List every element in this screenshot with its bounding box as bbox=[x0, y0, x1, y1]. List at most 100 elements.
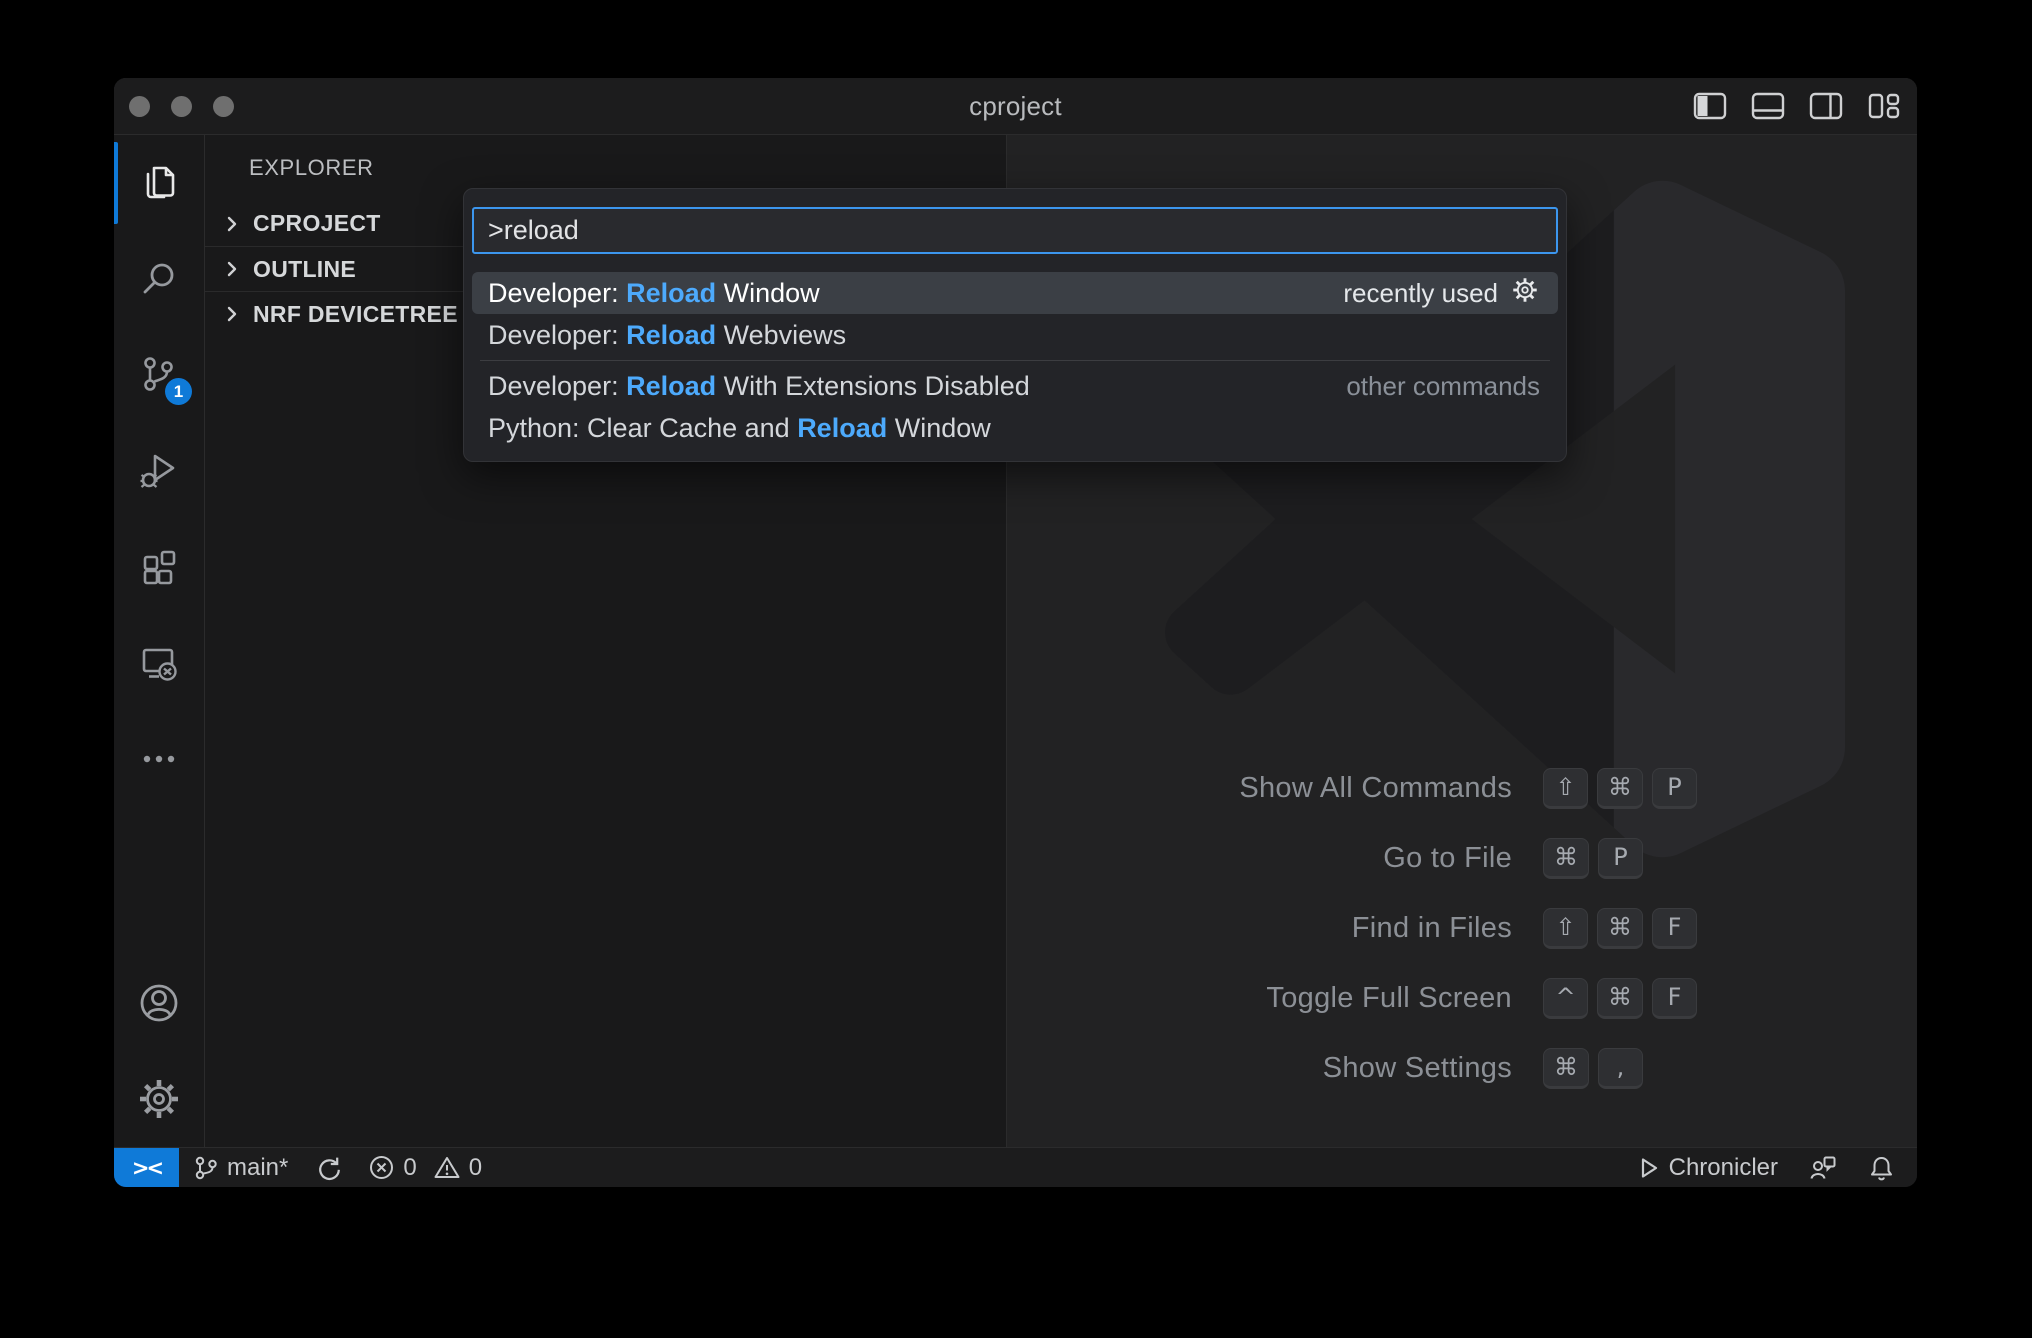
command-text: Developer: Reload Window bbox=[488, 278, 820, 309]
activity-item-remote-explorer[interactable] bbox=[114, 615, 204, 711]
letter-keycap: P bbox=[1652, 768, 1697, 809]
shortcut-go-to-file: Go to File ⌘ P bbox=[1161, 823, 1763, 893]
status-bar-right: Chronicler bbox=[1637, 1148, 1917, 1187]
activity-item-more-views[interactable] bbox=[114, 711, 204, 807]
shortcut-show-all-commands: Show All Commands ⇧ ⌘ P bbox=[1161, 753, 1763, 823]
bell-icon bbox=[1868, 1154, 1895, 1182]
section-label: NRF DEVICETREE bbox=[253, 301, 458, 328]
chevron-right-icon bbox=[222, 214, 242, 234]
letter-keycap: F bbox=[1652, 908, 1697, 949]
activity-item-source-control[interactable]: 1 bbox=[114, 327, 204, 423]
configure-keybinding-gear-icon[interactable] bbox=[1510, 275, 1540, 312]
chevron-right-icon bbox=[222, 304, 242, 324]
remote-indicator[interactable]: >< bbox=[114, 1148, 179, 1187]
minimize-window-button[interactable] bbox=[171, 96, 192, 117]
screen: cproject bbox=[0, 0, 2032, 1338]
shortcut-keys: ⇧ ⌘ F bbox=[1543, 908, 1763, 949]
shortcut-label: Toggle Full Screen bbox=[1161, 982, 1512, 1015]
close-window-button[interactable] bbox=[129, 96, 150, 117]
shortcut-label: Show Settings bbox=[1161, 1052, 1512, 1085]
window-title: cproject bbox=[969, 91, 1062, 122]
remote-icon: >< bbox=[132, 1156, 161, 1180]
command-keycap: ⌘ bbox=[1597, 768, 1643, 809]
layout-controls bbox=[1693, 78, 1901, 134]
comma-keycap: , bbox=[1598, 1048, 1643, 1089]
sync-changes-button[interactable] bbox=[314, 1154, 342, 1182]
command-text: Developer: Reload Webviews bbox=[488, 320, 846, 351]
warning-icon bbox=[433, 1154, 461, 1181]
activity-item-accounts[interactable] bbox=[114, 955, 204, 1051]
watermark-shortcuts: Show All Commands ⇧ ⌘ P Go to File ⌘ P bbox=[1007, 753, 1917, 1103]
command-palette: Developer: Reload Window recently used bbox=[463, 188, 1567, 462]
command-keycap: ⌘ bbox=[1543, 1048, 1589, 1089]
git-branch-item[interactable]: main* bbox=[193, 1154, 288, 1182]
shortcut-toggle-full-screen: Toggle Full Screen ^ ⌘ F bbox=[1161, 963, 1763, 1033]
customize-layout-icon[interactable] bbox=[1867, 91, 1901, 121]
feedback-button[interactable] bbox=[1808, 1154, 1838, 1182]
settings-gear-icon bbox=[136, 1076, 182, 1122]
palette-item-reload-webviews[interactable]: Developer: Reload Webviews bbox=[472, 314, 1558, 356]
toggle-primary-sidebar-icon[interactable] bbox=[1693, 91, 1727, 121]
title-bar: cproject bbox=[114, 78, 1917, 135]
letter-keycap: P bbox=[1598, 838, 1643, 879]
chronicler-task-item[interactable]: Chronicler bbox=[1637, 1154, 1778, 1182]
match-highlight: Reload bbox=[626, 278, 716, 308]
command-text: Python: Clear Cache and Reload Window bbox=[488, 413, 991, 444]
shortcut-label: Go to File bbox=[1161, 842, 1512, 875]
activity-item-settings[interactable] bbox=[114, 1051, 204, 1147]
match-highlight: Reload bbox=[797, 413, 887, 443]
shortcut-keys: ⇧ ⌘ P bbox=[1543, 768, 1763, 809]
command-palette-input[interactable] bbox=[472, 207, 1558, 254]
command-text: Developer: Reload With Extensions Disabl… bbox=[488, 371, 1030, 402]
command-palette-results: Developer: Reload Window recently used bbox=[472, 272, 1558, 449]
shortcut-keys: ⌘ , bbox=[1543, 1048, 1763, 1089]
source-control-icon: 1 bbox=[136, 352, 182, 398]
item-meta: other commands bbox=[1346, 371, 1540, 402]
toggle-secondary-sidebar-icon[interactable] bbox=[1809, 91, 1843, 121]
zoom-window-button[interactable] bbox=[213, 96, 234, 117]
palette-item-reload-extensions-disabled[interactable]: Developer: Reload With Extensions Disabl… bbox=[472, 365, 1558, 407]
shortcut-show-settings: Show Settings ⌘ , bbox=[1161, 1033, 1763, 1103]
shift-keycap: ⇧ bbox=[1543, 768, 1588, 809]
shortcut-label: Show All Commands bbox=[1161, 772, 1512, 805]
activity-bar-spacer bbox=[114, 807, 204, 955]
section-label: CPROJECT bbox=[253, 210, 381, 237]
explorer-files-icon bbox=[136, 160, 182, 206]
shortcut-label: Find in Files bbox=[1161, 912, 1512, 945]
warning-count: 0 bbox=[469, 1154, 482, 1182]
activity-item-run-debug[interactable] bbox=[114, 423, 204, 519]
window-controls bbox=[129, 78, 234, 134]
activity-item-extensions[interactable] bbox=[114, 519, 204, 615]
palette-item-python-clear-cache-reload[interactable]: Python: Clear Cache and Reload Window bbox=[472, 407, 1558, 449]
notifications-button[interactable] bbox=[1868, 1154, 1895, 1182]
remote-explorer-icon bbox=[136, 640, 182, 686]
match-highlight: Reload bbox=[626, 371, 716, 401]
control-keycap: ^ bbox=[1543, 978, 1588, 1019]
problems-item[interactable]: 0 0 bbox=[368, 1154, 482, 1182]
palette-item-reload-window[interactable]: Developer: Reload Window recently used bbox=[472, 272, 1558, 314]
command-keycap: ⌘ bbox=[1543, 838, 1589, 879]
feedback-person-icon bbox=[1808, 1154, 1838, 1182]
palette-group-separator bbox=[480, 360, 1550, 361]
command-keycap: ⌘ bbox=[1597, 978, 1643, 1019]
scm-changes-badge: 1 bbox=[165, 378, 192, 405]
shift-keycap: ⇧ bbox=[1543, 908, 1588, 949]
shortcut-keys: ^ ⌘ F bbox=[1543, 978, 1763, 1019]
vscode-window: cproject bbox=[114, 78, 1917, 1187]
run-and-debug-icon bbox=[136, 448, 182, 494]
activity-item-search[interactable] bbox=[114, 231, 204, 327]
search-icon bbox=[136, 256, 182, 302]
status-bar-left: main* 0 0 bbox=[179, 1148, 482, 1187]
error-icon bbox=[368, 1154, 395, 1181]
toggle-panel-icon[interactable] bbox=[1751, 91, 1785, 121]
meta-label: recently used bbox=[1343, 278, 1498, 309]
status-bar: >< main* 0 0 C bbox=[114, 1147, 1917, 1187]
section-label: OUTLINE bbox=[253, 256, 356, 283]
more-views-icon bbox=[136, 736, 182, 782]
activity-item-explorer[interactable] bbox=[114, 135, 204, 231]
branch-name: main* bbox=[227, 1154, 288, 1182]
chevron-right-icon bbox=[222, 259, 242, 279]
meta-label: other commands bbox=[1346, 371, 1540, 402]
shortcut-keys: ⌘ P bbox=[1543, 838, 1763, 879]
play-icon bbox=[1637, 1155, 1661, 1181]
